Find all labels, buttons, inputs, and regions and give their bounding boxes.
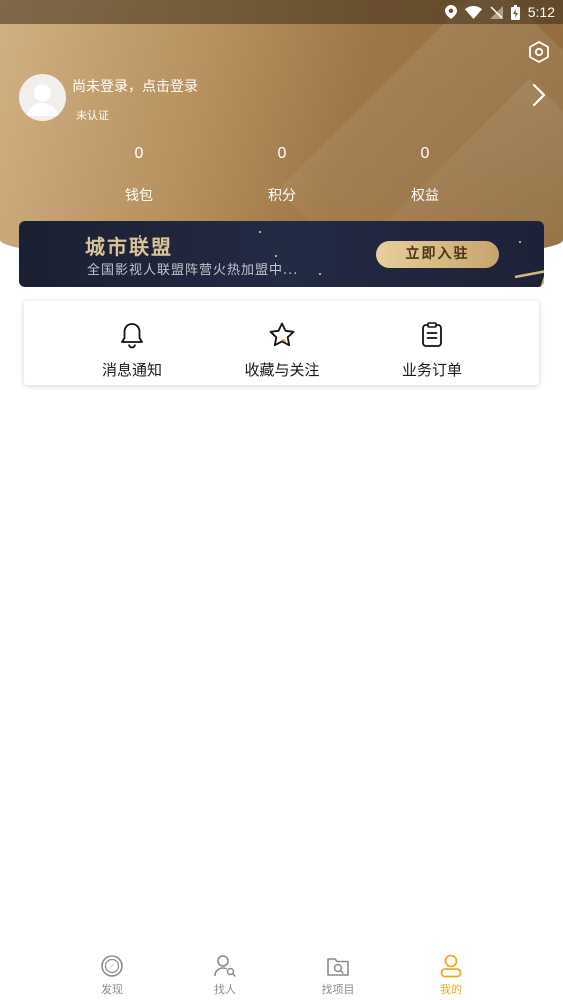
quick-action-label: 收藏与关注 [244, 361, 320, 379]
bell-icon [121, 323, 143, 349]
banner-sparkle [275, 255, 277, 257]
no-signal-icon [489, 5, 503, 19]
tab-discover[interactable]: 发现 [72, 945, 152, 1000]
verification-status: 未认证 [76, 109, 109, 122]
tab-label: 找项目 [321, 983, 355, 996]
status-bar: 5:12 [0, 0, 563, 24]
profile-page: 5:12 尚未登录，点击登录 未认证 0 钱包 0 积分 0 权益 城市联盟 全… [0, 0, 563, 1000]
stat-label: 钱包 [125, 188, 153, 204]
stat-value: 0 [134, 145, 144, 162]
tab-find-projects[interactable]: 找项目 [298, 945, 378, 1000]
tab-find-people[interactable]: 找人 [185, 945, 265, 1000]
banner-sparkle [319, 273, 321, 275]
stat-wallet[interactable]: 0 钱包 [99, 145, 179, 205]
avatar[interactable] [19, 74, 66, 121]
stat-value: 0 [420, 145, 430, 162]
tab-mine[interactable]: 我的 [411, 945, 491, 1000]
wifi-icon [464, 5, 482, 19]
quick-action-label: 业务订单 [401, 361, 462, 379]
battery-charging-icon [510, 4, 520, 20]
stat-label: 积分 [268, 188, 296, 204]
bottom-nav: 发现 找人 找项目 我的 [0, 945, 563, 1000]
banner-subtitle: 全国影视人联盟阵营火热加盟中... [87, 263, 299, 278]
settings-icon[interactable] [528, 41, 550, 63]
join-now-button[interactable]: 立即入驻 [376, 241, 499, 268]
tab-label: 找人 [214, 983, 236, 996]
tab-label: 我的 [440, 983, 462, 996]
stat-benefits[interactable]: 0 权益 [385, 145, 465, 205]
status-time: 5:12 [527, 4, 555, 20]
stat-points[interactable]: 0 积分 [242, 145, 322, 205]
tab-label: 发现 [101, 983, 123, 996]
user-icon [440, 954, 462, 978]
stat-label: 权益 [411, 188, 439, 204]
star-icon [269, 322, 295, 347]
clipboard-icon [422, 322, 442, 347]
chevron-right-icon[interactable] [530, 82, 548, 108]
notifications-action[interactable]: 消息通知 [62, 301, 202, 385]
banner-sparkle [519, 241, 521, 243]
quick-action-label: 消息通知 [101, 361, 162, 379]
stat-value: 0 [277, 145, 287, 162]
business-orders-action[interactable]: 业务订单 [362, 301, 502, 385]
compass-icon [101, 955, 123, 977]
banner-frame-decoration [514, 270, 544, 287]
status-icons: 5:12 [444, 3, 555, 21]
city-alliance-banner[interactable]: 城市联盟 全国影视人联盟阵营火热加盟中... 立即入驻 [19, 221, 544, 287]
location-icon [444, 5, 457, 19]
login-prompt[interactable]: 尚未登录，点击登录 [72, 76, 198, 96]
folder-search-icon [327, 958, 349, 976]
quick-actions-card: 消息通知 收藏与关注 业务订单 [24, 301, 539, 385]
favorites-action[interactable]: 收藏与关注 [212, 301, 352, 385]
default-avatar-icon [27, 84, 58, 116]
banner-title: 城市联盟 [85, 235, 173, 259]
banner-sparkle [259, 231, 261, 233]
person-search-icon [214, 955, 236, 977]
